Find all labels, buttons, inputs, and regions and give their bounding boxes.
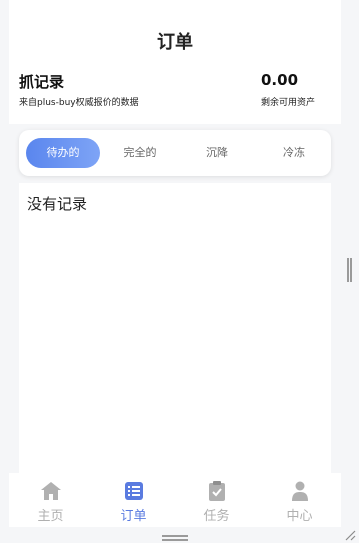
empty-state-text: 没有记录	[27, 195, 88, 213]
tab-settled[interactable]: 沉降	[180, 138, 254, 168]
record-subtitle: 来自plus-buy权威报价的数据	[19, 98, 139, 108]
home-icon	[40, 482, 61, 500]
header: 订单 抓记录 来自plus-buy权威报价的数据 0.00 剩余可用资产	[9, 0, 341, 124]
home-indicator	[162, 535, 188, 541]
nav-orders[interactable]: 订单	[92, 481, 175, 524]
nav-center[interactable]: 中心	[258, 481, 341, 524]
nav-home-label: 主页	[37, 509, 64, 524]
page-title: 订单	[157, 32, 193, 53]
bottom-tab-bar: 主页 订单 任务 中心	[9, 473, 341, 527]
clipboard-check-icon	[208, 481, 225, 501]
nav-center-label: 中心	[286, 509, 313, 524]
tab-completed[interactable]: 完全的	[103, 138, 177, 168]
order-status-tabs: 待办的 完全的 沉降 冷冻	[19, 130, 331, 176]
user-icon	[291, 481, 308, 501]
order-list: 没有记录	[19, 183, 331, 483]
scrollbar-handle[interactable]	[347, 258, 352, 282]
available-amount: 0.00	[261, 71, 299, 89]
tab-pending[interactable]: 待办的	[26, 138, 100, 168]
nav-orders-label: 订单	[120, 509, 147, 524]
app-screen: 订单 抓记录 来自plus-buy权威报价的数据 0.00 剩余可用资产 待办的…	[9, 0, 341, 543]
nav-tasks-label: 任务	[203, 509, 230, 524]
resize-grip-icon[interactable]	[344, 529, 356, 541]
record-title: 抓记录	[19, 73, 65, 91]
tab-frozen[interactable]: 冷冻	[257, 138, 331, 168]
nav-tasks[interactable]: 任务	[175, 481, 258, 524]
nav-home[interactable]: 主页	[9, 481, 92, 524]
available-amount-label: 剩余可用资产	[261, 98, 316, 108]
list-icon	[124, 482, 143, 500]
